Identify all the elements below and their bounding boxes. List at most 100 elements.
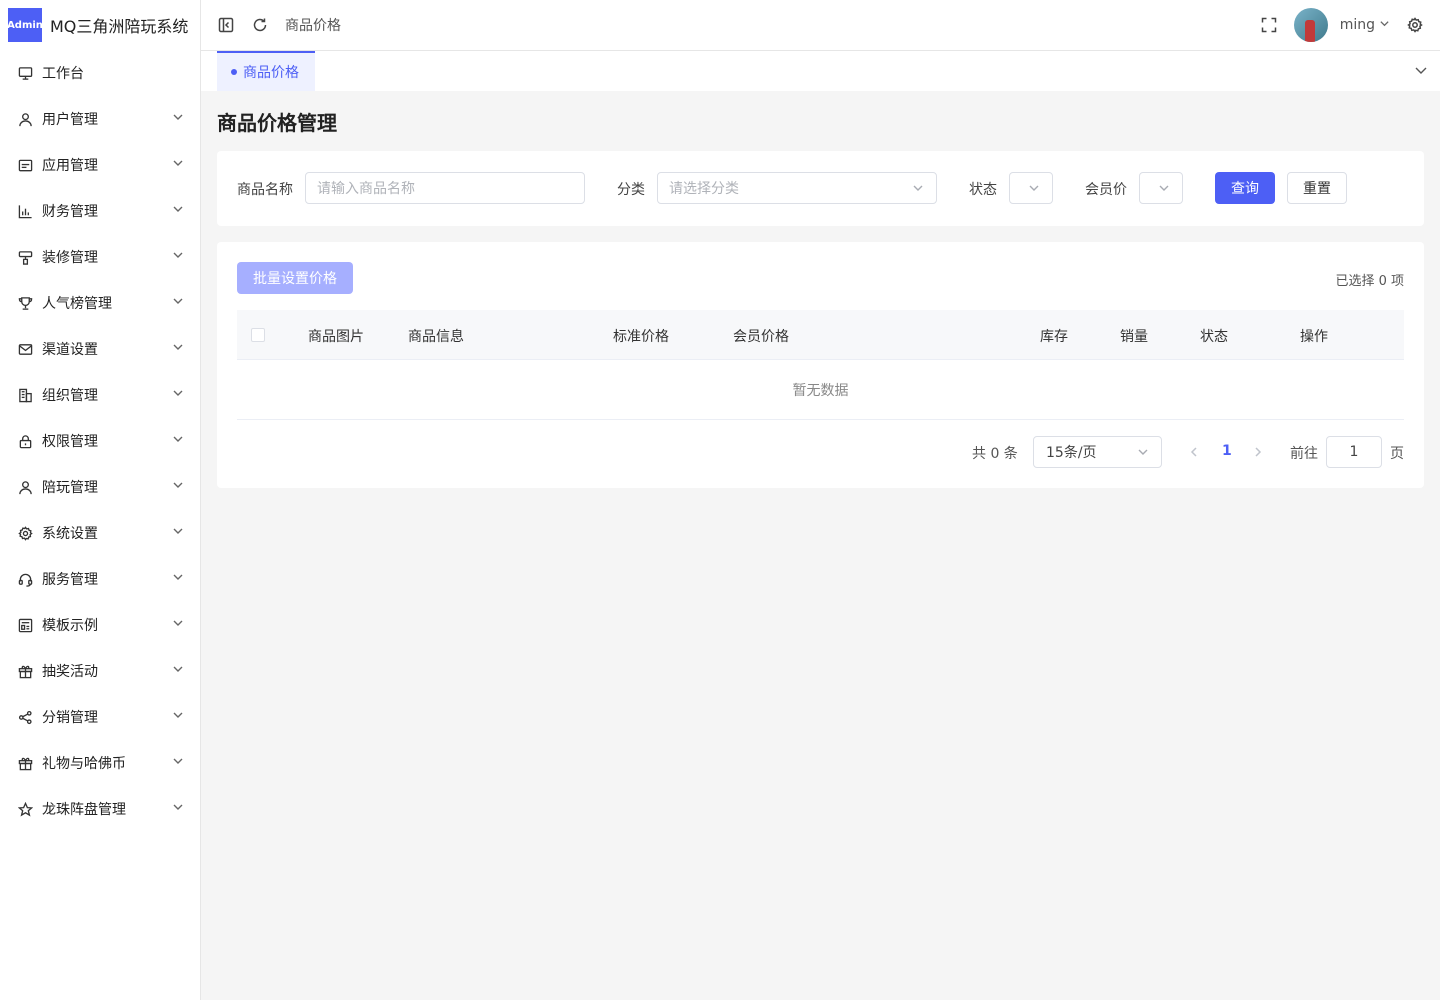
sidebar-item[interactable]: 模板示例 xyxy=(0,602,200,648)
sidebar-item[interactable]: 服务管理 xyxy=(0,556,200,602)
next-page-icon[interactable] xyxy=(1251,444,1265,460)
sidebar-item[interactable]: 应用管理 xyxy=(0,142,200,188)
sidebar-item-label: 权限管理 xyxy=(42,434,98,450)
chevron-down-icon[interactable] xyxy=(1375,17,1390,33)
sidebar-item[interactable]: 用户管理 xyxy=(0,96,200,142)
page-size-select[interactable]: 15条/页 xyxy=(1033,436,1162,468)
chevron-down-icon xyxy=(172,801,184,817)
user-icon xyxy=(17,111,33,127)
chevron-down-icon xyxy=(1137,446,1149,462)
search-button[interactable]: 查询 xyxy=(1215,172,1275,204)
trophy-icon xyxy=(17,295,33,311)
chevron-down-icon xyxy=(172,387,184,403)
building-icon xyxy=(17,387,33,403)
tabs-dropdown-chevron-icon[interactable] xyxy=(1414,63,1428,81)
bar-chart-icon xyxy=(17,203,33,219)
user-icon xyxy=(17,479,33,495)
settings-gear-icon[interactable] xyxy=(1406,16,1424,34)
chevron-down-icon xyxy=(172,157,184,173)
chevron-down-icon xyxy=(172,341,184,357)
chevron-down-icon xyxy=(172,249,184,265)
member-price-select[interactable] xyxy=(1139,172,1183,204)
goto-label: 前往 xyxy=(1290,446,1318,462)
category-select[interactable]: 请选择分类 xyxy=(657,172,937,204)
sidebar-item-label: 礼物与哈佛币 xyxy=(42,756,126,772)
table-header: 商品图片 商品信息 标准价格 会员价格 库存 销量 状态 操作 xyxy=(237,310,1404,360)
chevron-down-icon xyxy=(912,182,924,198)
page-number-current[interactable]: 1 xyxy=(1222,443,1232,459)
gear-icon xyxy=(17,525,33,541)
prev-page-icon[interactable] xyxy=(1187,444,1201,460)
sidebar-item-label: 系统设置 xyxy=(42,526,98,542)
reset-button[interactable]: 重置 xyxy=(1287,172,1347,204)
chevron-down-icon xyxy=(172,525,184,541)
sidebar-item[interactable]: 分销管理 xyxy=(0,694,200,740)
sidebar-item[interactable]: 人气榜管理 xyxy=(0,280,200,326)
paint-roller-icon xyxy=(17,249,33,265)
sidebar-item-label: 陪玩管理 xyxy=(42,480,98,496)
sidebar-item[interactable]: 渠道设置 xyxy=(0,326,200,372)
app-window-icon xyxy=(17,157,33,173)
sidebar-item-label: 装修管理 xyxy=(42,250,98,266)
batch-set-price-button[interactable]: 批量设置价格 xyxy=(237,262,353,294)
collapse-sidebar-icon[interactable] xyxy=(217,16,235,34)
sidebar-item[interactable]: 权限管理 xyxy=(0,418,200,464)
chevron-down-icon xyxy=(172,433,184,449)
top-header: 商品价格 ming xyxy=(201,0,1440,51)
sidebar-item-label: 应用管理 xyxy=(42,158,98,174)
chevron-down-icon xyxy=(172,571,184,587)
chevron-down-icon xyxy=(172,709,184,725)
sidebar-item[interactable]: 系统设置 xyxy=(0,510,200,556)
share-icon xyxy=(17,709,33,725)
gift-icon xyxy=(17,663,33,679)
sidebar-item[interactable]: 财务管理 xyxy=(0,188,200,234)
sidebar-item[interactable]: 装修管理 xyxy=(0,234,200,280)
sidebar-menu: 工作台用户管理应用管理财务管理装修管理人气榜管理渠道设置组织管理权限管理陪玩管理… xyxy=(0,50,200,832)
refresh-icon[interactable] xyxy=(251,16,269,34)
header-right: ming xyxy=(1260,8,1440,42)
goto-page-input[interactable]: 1 xyxy=(1326,436,1382,468)
sidebar-item-label: 工作台 xyxy=(42,66,84,82)
sidebar-item-label: 抽奖活动 xyxy=(42,664,98,680)
sidebar-item[interactable]: 礼物与哈佛币 xyxy=(0,740,200,786)
logo-badge: Admin xyxy=(7,8,43,42)
chevron-down-icon xyxy=(172,111,184,127)
category-label: 分类 xyxy=(617,182,645,198)
sidebar-item-label: 渠道设置 xyxy=(42,342,98,358)
filter-card: 商品名称 请输入商品名称 分类 请选择分类 状态 会员价 查询 重置 xyxy=(217,151,1424,226)
star-icon xyxy=(17,801,33,817)
page-suffix: 页 xyxy=(1390,446,1404,462)
pagination-total: 共 0 条 xyxy=(972,446,1018,462)
sidebar-item[interactable]: 工作台 xyxy=(0,50,200,96)
select-all-checkbox[interactable] xyxy=(251,328,265,342)
sidebar: Admin MQ三角洲陪玩系统 工作台用户管理应用管理财务管理装修管理人气榜管理… xyxy=(0,0,201,1000)
chevron-down-icon xyxy=(172,479,184,495)
sidebar-item[interactable]: 龙珠阵盘管理 xyxy=(0,786,200,832)
sidebar-item[interactable]: 抽奖活动 xyxy=(0,648,200,694)
sidebar-item-label: 组织管理 xyxy=(42,388,98,404)
product-name-input[interactable]: 请输入商品名称 xyxy=(305,172,585,204)
sidebar-item-label: 龙珠阵盘管理 xyxy=(42,802,126,818)
column-header: 库存 xyxy=(1040,329,1068,345)
status-select[interactable] xyxy=(1009,172,1053,204)
gift-icon xyxy=(17,755,33,771)
sidebar-item-label: 模板示例 xyxy=(42,618,98,634)
username[interactable]: ming xyxy=(1340,17,1375,33)
sidebar-item[interactable]: 陪玩管理 xyxy=(0,464,200,510)
selected-count: 已选择 0 项 xyxy=(1335,274,1404,289)
tab-product-price[interactable]: 商品价格 xyxy=(217,51,315,91)
sidebar-item[interactable]: 组织管理 xyxy=(0,372,200,418)
template-icon xyxy=(17,617,33,633)
chevron-down-icon xyxy=(172,663,184,679)
chevron-down-icon xyxy=(172,617,184,633)
logo-row: Admin MQ三角洲陪玩系统 xyxy=(0,0,200,50)
category-placeholder: 请选择分类 xyxy=(669,181,739,197)
active-dot xyxy=(231,69,237,75)
table-card: 批量设置价格 已选择 0 项 商品图片 商品信息 标准价格 会员价格 库存 销量… xyxy=(217,242,1424,488)
column-header: 销量 xyxy=(1120,329,1148,345)
tabs-bar: 商品价格 xyxy=(201,51,1440,91)
avatar[interactable] xyxy=(1293,8,1328,42)
lock-icon xyxy=(17,433,33,449)
fullscreen-icon[interactable] xyxy=(1260,16,1278,34)
page-size-value: 15条/页 xyxy=(1046,445,1097,461)
